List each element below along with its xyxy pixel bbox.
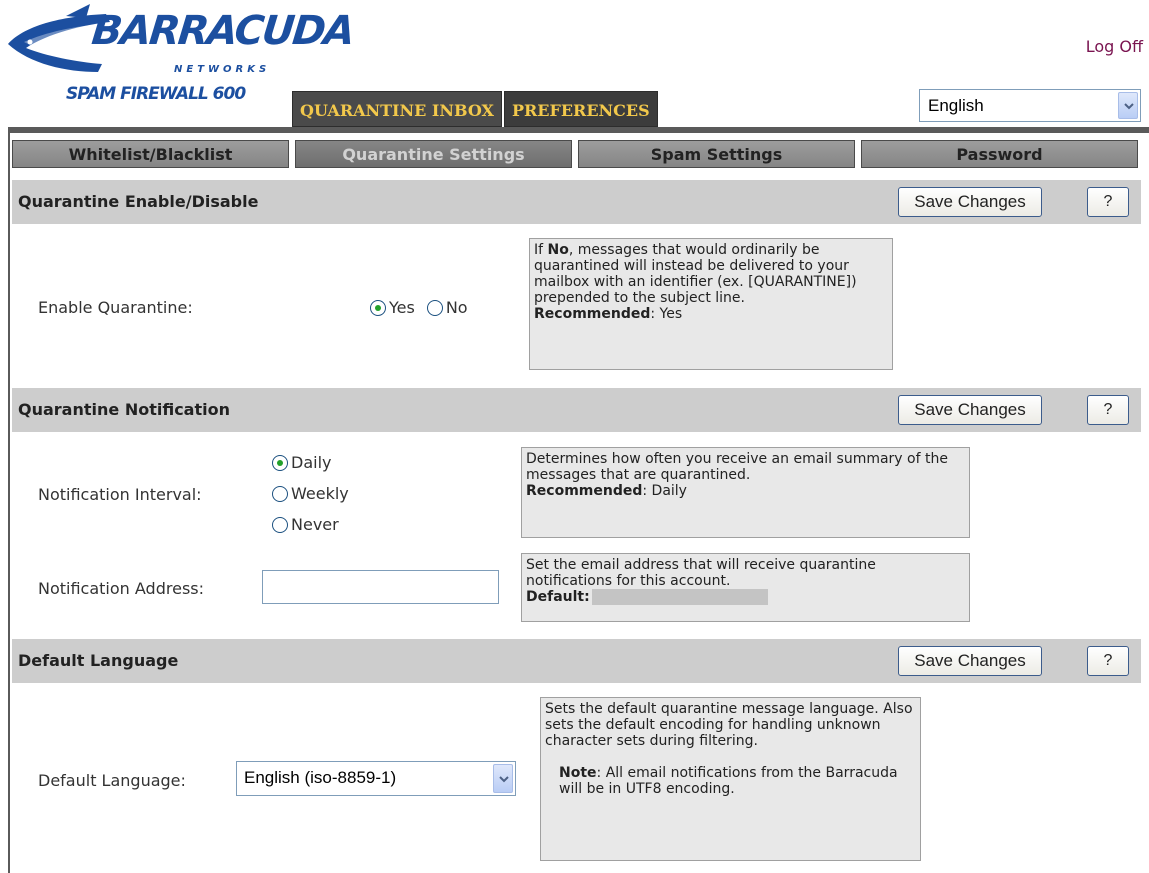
save-changes-button[interactable]: Save Changes	[898, 187, 1042, 217]
header: BARRACUDA NETWORKS SPAM FIREWALL 600 Log…	[0, 0, 1149, 128]
logo-networks: NETWORKS	[174, 64, 271, 75]
radio-yes[interactable]: Yes	[370, 298, 415, 317]
recommended-label: Recommended	[526, 483, 643, 499]
radio-daily-label: Daily	[291, 453, 332, 472]
radio-never[interactable]: Never	[272, 515, 339, 534]
help-button[interactable]: ?	[1087, 187, 1129, 217]
notification-interval-label: Notification Interval:	[38, 485, 202, 504]
recommended-label: Recommended	[534, 306, 651, 322]
notification-address-help: Set the email address that will receive …	[521, 553, 970, 622]
tab-preferences[interactable]: PREFERENCES	[503, 91, 658, 127]
notification-interval-help: Determines how often you receive an emai…	[521, 447, 970, 538]
help-text: Sets the default quarantine message lang…	[545, 701, 913, 749]
help-note: Note: All email notifications from the B…	[545, 765, 916, 797]
enable-quarantine-help: If No, messages that would ordinarily be…	[529, 238, 893, 370]
default-label: Default:	[526, 589, 590, 605]
default-language-value: English (iso-8859-1)	[244, 768, 397, 787]
subtab-whitelist-blacklist[interactable]: Whitelist/Blacklist	[12, 140, 289, 168]
tab-quarantine-inbox[interactable]: QUARANTINE INBOX	[292, 91, 502, 127]
recommended-value: : Daily	[642, 483, 687, 499]
note-text: : All email notifications from the Barra…	[559, 765, 898, 797]
main-tabs: QUARANTINE INBOX PREFERENCES	[292, 91, 658, 127]
radio-no-label: No	[445, 298, 468, 317]
help-text: , messages that would ordinarily be quar…	[534, 242, 857, 306]
radio-never-label: Never	[291, 515, 339, 534]
redacted-value	[591, 589, 768, 605]
preferences-subtabs: Whitelist/Blacklist Quarantine Settings …	[12, 140, 1138, 169]
radio-no-circle[interactable]	[426, 299, 443, 316]
recommended-value: : Yes	[650, 306, 683, 322]
section-header-notification: Quarantine Notification Save Changes ?	[12, 388, 1141, 432]
subtab-password[interactable]: Password	[861, 140, 1138, 168]
help-text: Set the email address that will receive …	[526, 557, 876, 589]
radio-no[interactable]: No	[426, 298, 468, 317]
radio-weekly-circle[interactable]	[272, 485, 288, 502]
ui-language-value: English	[928, 96, 984, 115]
save-changes-button[interactable]: Save Changes	[898, 395, 1042, 425]
help-button[interactable]: ?	[1087, 646, 1129, 676]
note-label: Note	[559, 765, 597, 781]
section-header-language: Default Language Save Changes ?	[12, 639, 1141, 683]
barracuda-logo: BARRACUDA NETWORKS SPAM FIREWALL 600	[6, 2, 355, 104]
save-changes-button[interactable]: Save Changes	[898, 646, 1042, 676]
radio-weekly[interactable]: Weekly	[272, 484, 349, 503]
radio-never-circle[interactable]	[272, 516, 288, 533]
subtab-quarantine-settings[interactable]: Quarantine Settings	[295, 140, 572, 168]
section-title: Default Language	[18, 651, 179, 670]
help-button[interactable]: ?	[1087, 395, 1129, 425]
logo-wordmark: BARRACUDA	[89, 8, 356, 54]
section-title: Quarantine Notification	[18, 400, 230, 419]
section-title: Quarantine Enable/Disable	[18, 192, 259, 211]
enable-quarantine-label: Enable Quarantine:	[38, 298, 193, 317]
logo-product-name: SPAM FIREWALL 600	[66, 84, 246, 104]
radio-weekly-label: Weekly	[291, 484, 349, 503]
log-off-link[interactable]: Log Off	[1086, 37, 1143, 56]
section-header-enable: Quarantine Enable/Disable Save Changes ?	[12, 180, 1141, 224]
help-text: If	[534, 242, 548, 258]
chevron-down-icon[interactable]	[493, 764, 513, 793]
default-language-select[interactable]: English (iso-8859-1)	[236, 761, 516, 796]
enable-quarantine-radios: Yes No	[370, 298, 468, 317]
radio-yes-label: Yes	[389, 298, 415, 317]
default-language-help: Sets the default quarantine message lang…	[540, 697, 921, 861]
help-text: Determines how often you receive an emai…	[526, 451, 948, 483]
help-bold: No	[547, 242, 569, 258]
radio-yes-circle[interactable]	[370, 299, 386, 316]
notification-address-input[interactable]	[262, 570, 499, 604]
radio-daily[interactable]: Daily	[272, 453, 331, 472]
notification-address-label: Notification Address:	[38, 579, 204, 598]
radio-daily-circle[interactable]	[272, 454, 288, 471]
chevron-down-icon[interactable]	[1118, 92, 1138, 119]
ui-language-select[interactable]: English	[919, 89, 1141, 122]
subtab-spam-settings[interactable]: Spam Settings	[578, 140, 855, 168]
default-language-label: Default Language:	[38, 771, 186, 790]
